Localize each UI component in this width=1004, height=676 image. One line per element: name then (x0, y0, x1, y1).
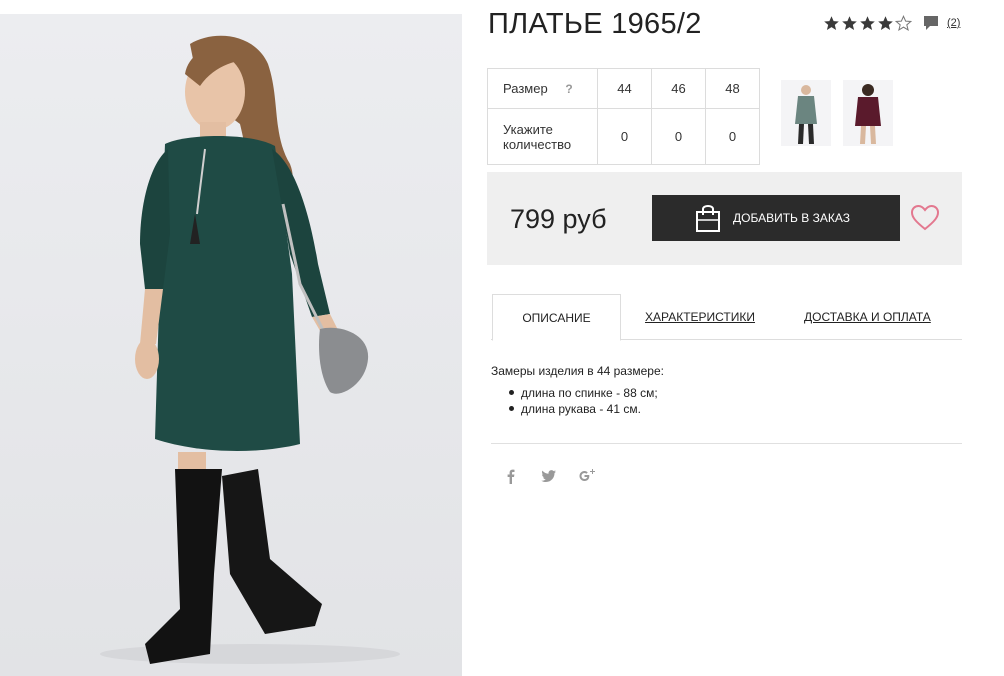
add-to-order-label: ДОБАВИТЬ В ЗАКАЗ (733, 211, 850, 225)
size-cell: 44 (597, 68, 652, 109)
description-list: длина по спинке - 88 см; длина рукава - … (491, 385, 664, 417)
size-cell: 48 (705, 68, 760, 109)
description-intro: Замеры изделия в 44 размере: (491, 364, 664, 378)
tab-characteristics[interactable]: ХАРАКТЕРИСТИКИ (645, 294, 755, 340)
product-rating: (2) (823, 14, 960, 32)
quantity-input[interactable]: 0 (705, 108, 760, 165)
product-price: 799 руб (510, 204, 607, 234)
size-cell: 46 (651, 68, 706, 109)
star-filled-icon (878, 15, 893, 30)
thumbnail-green-image (795, 85, 817, 144)
list-item: длина рукава - 41 см. (491, 401, 664, 417)
product-main-image[interactable] (0, 14, 462, 676)
facebook-icon[interactable] (503, 468, 519, 484)
social-share (503, 468, 595, 484)
product-title: ПЛАТЬЕ 1965/2 (488, 8, 702, 40)
size-label: Размер (503, 81, 548, 96)
star-filled-icon (842, 15, 857, 30)
list-item: длина по спинке - 88 см; (491, 385, 664, 401)
thumbnail-burgundy[interactable] (843, 80, 893, 146)
size-quantity-table: Размер ? 44 46 48 Укажите количество 0 0… (487, 68, 760, 165)
tab-description[interactable]: ОПИСАНИЕ (492, 294, 621, 341)
thumbnail-green[interactable] (781, 80, 831, 146)
quantity-label: Укажите количество (487, 108, 598, 165)
thumbnail-burgundy-image (855, 84, 881, 144)
heart-icon[interactable] (910, 204, 940, 232)
tab-delivery-payment[interactable]: ДОСТАВКА И ОПЛАТА (804, 294, 931, 340)
price-panel: 799 руб ДОБАВИТЬ В ЗАКАЗ (487, 172, 962, 265)
model-illustration (100, 35, 400, 664)
description-content: Замеры изделия в 44 размере: длина по сп… (491, 364, 664, 417)
reviews-link[interactable]: (2) (947, 17, 960, 29)
quantity-input[interactable]: 0 (597, 108, 652, 165)
star-empty-icon (895, 14, 912, 31)
comment-icon[interactable] (922, 14, 940, 32)
twitter-icon[interactable] (541, 468, 557, 484)
google-plus-icon[interactable] (579, 468, 595, 484)
size-label-cell: Размер ? (487, 68, 598, 109)
star-filled-icon (824, 15, 839, 30)
divider (491, 443, 962, 444)
star-filled-icon (860, 15, 875, 30)
add-to-order-button[interactable]: ДОБАВИТЬ В ЗАКАЗ (652, 195, 900, 241)
product-tabs: ОПИСАНИЕ ХАРАКТЕРИСТИКИ ДОСТАВКА И ОПЛАТ… (491, 294, 962, 341)
quantity-input[interactable]: 0 (651, 108, 706, 165)
rating-stars (823, 14, 912, 32)
size-help-icon[interactable]: ? (565, 82, 572, 96)
shopping-bag-icon (696, 205, 720, 232)
